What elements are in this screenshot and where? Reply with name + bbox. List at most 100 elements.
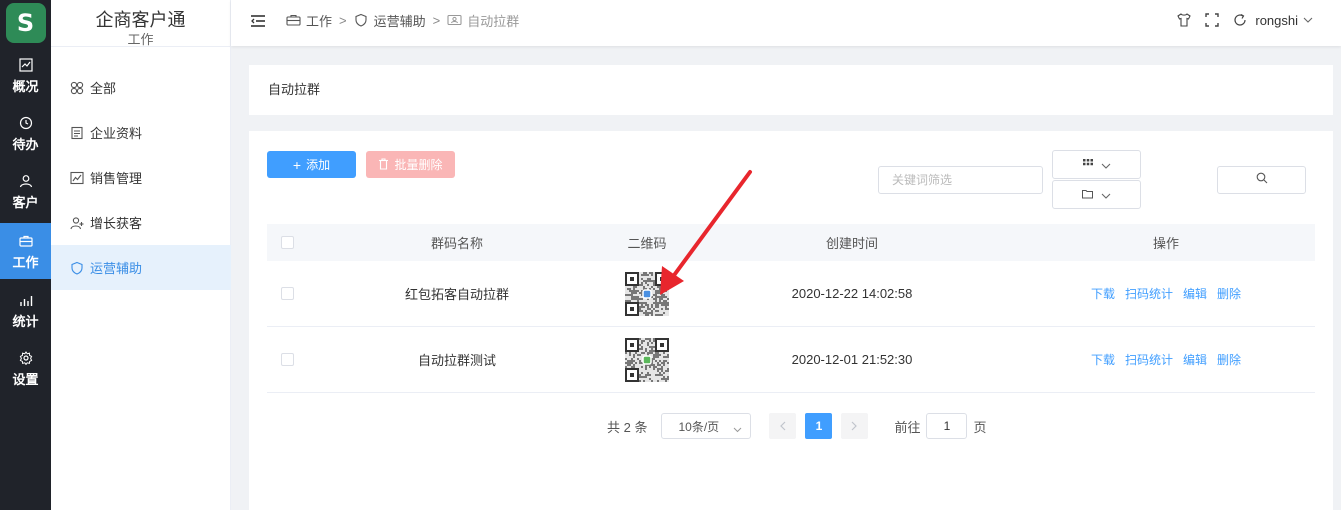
plus-icon: + (292, 156, 302, 173)
download-link[interactable]: 下载 (1091, 285, 1115, 302)
gear-icon (17, 349, 35, 367)
app-title: 企商客户通 (95, 10, 186, 30)
scan-stats-link[interactable]: 扫码统计 (1125, 351, 1173, 368)
page-number-current[interactable]: 1 (805, 413, 833, 439)
row-checkbox-cell (267, 261, 307, 326)
breadcrumb-separator: > (339, 12, 347, 28)
page-size-select[interactable]: 10条/页 (661, 413, 752, 439)
column-header-qr: 二维码 (627, 236, 667, 251)
sidebar-item-sales[interactable]: 销售管理 (51, 155, 231, 200)
refresh-icon[interactable] (1231, 11, 1249, 29)
qr-cell (607, 327, 687, 392)
chevron-down-icon (1101, 156, 1111, 174)
scan-stats-link[interactable]: 扫码统计 (1125, 285, 1173, 302)
breadcrumb-label: 自动拉群 (467, 13, 520, 29)
nav-item-settings[interactable]: 设置 (0, 340, 51, 396)
menu-collapse-icon[interactable] (249, 13, 269, 33)
sidebar-item-all[interactable]: 全部 (51, 65, 231, 110)
clock-icon (17, 114, 35, 132)
header-actions: rongshi (1165, 0, 1313, 40)
page-title: 自动拉群 (268, 82, 321, 97)
folder-select[interactable] (1052, 180, 1141, 209)
group-card-icon (447, 12, 463, 28)
shield-icon (69, 260, 85, 276)
add-button[interactable]: + 添加 (267, 151, 356, 178)
nav-label: 概况 (12, 78, 39, 94)
table-header: 群码名称 二维码 创建时间 操作 (267, 224, 1315, 261)
row-checkbox[interactable] (280, 287, 294, 300)
edit-link[interactable]: 编辑 (1183, 351, 1207, 368)
nav-item-overview[interactable]: 概况 (0, 47, 51, 103)
chevron-down-icon (1101, 186, 1111, 204)
document-icon (69, 125, 85, 141)
section-title: 工作 (127, 32, 154, 47)
refresh-shield-icon (354, 12, 370, 28)
logo-letter: S (16, 9, 35, 37)
breadcrumb-separator: > (432, 12, 441, 28)
qr-code-image[interactable] (625, 337, 669, 382)
app-root: S 概况 待办 客户 工作 统计 设置 企商客户通 工作 全部 企业资料 销售管… (0, 0, 1341, 510)
nav-item-todo[interactable]: 待办 (0, 105, 51, 161)
delete-link[interactable]: 删除 (1217, 285, 1241, 302)
column-header-actions: 操作 (1152, 236, 1179, 251)
qr-group-select[interactable] (1052, 150, 1141, 179)
delete-link[interactable]: 删除 (1217, 351, 1241, 368)
batch-delete-button[interactable]: 批量删除 (366, 151, 455, 178)
nav-item-customers[interactable]: 客户 (0, 163, 51, 219)
page-size-value: 10条/页 (678, 419, 720, 434)
grid-icon (69, 80, 85, 96)
nav-label: 统计 (12, 313, 39, 329)
qr-grid-icon (1082, 156, 1093, 174)
row-actions: 下载 扫码统计 编辑 删除 (1017, 261, 1315, 326)
group-name: 红包拓客自动拉群 (404, 287, 509, 302)
table-row: 自动拉群测试 2020-12-01 21:52:30 下载 扫码统计 编辑 删除 (267, 327, 1315, 393)
search-button[interactable] (1217, 166, 1306, 194)
sidebar-item-label: 增长获客 (90, 216, 143, 231)
chevron-down-icon (1303, 17, 1313, 23)
nav-label: 工作 (12, 254, 39, 270)
sidebar-item-ops-assist[interactable]: 运营辅助 (51, 245, 231, 290)
logo-mark: S (5, 3, 46, 43)
breadcrumb-item-work[interactable]: 工作 (286, 11, 332, 30)
next-page-button[interactable] (841, 413, 869, 439)
sidebar-item-growth[interactable]: 增长获客 (51, 200, 231, 245)
prev-page-button[interactable] (769, 413, 797, 439)
user-add-icon (69, 215, 85, 231)
page-unit-label: 页 (973, 419, 987, 435)
trash-icon (378, 157, 389, 172)
select-all-checkbox[interactable] (280, 236, 294, 249)
pagination: 共 2 条 10条/页 1 前往 页 (607, 413, 987, 439)
sub-sidebar: 企商客户通 工作 全部 企业资料 销售管理 增长获客 运营辅助 (51, 0, 231, 510)
fullscreen-icon[interactable] (1203, 11, 1221, 29)
nav-item-stats[interactable]: 统计 (0, 282, 51, 338)
header-checkbox-cell (267, 224, 307, 261)
theme-shirt-icon[interactable] (1175, 11, 1193, 29)
keyword-filter-input[interactable] (878, 166, 1043, 194)
nav-label: 待办 (12, 136, 39, 152)
page-title-card: 自动拉群 (249, 65, 1333, 115)
goto-page-input[interactable] (926, 413, 968, 439)
folder-icon (1082, 186, 1093, 204)
nav-item-work[interactable]: 工作 (0, 223, 51, 279)
group-name: 自动拉群测试 (417, 353, 496, 368)
briefcase-icon (286, 12, 302, 28)
sidebar-item-label: 全部 (90, 81, 117, 96)
total-count: 共 2 条 (607, 419, 648, 435)
created-time: 2020-12-22 14:02:58 (791, 286, 913, 301)
sidebar-item-label: 企业资料 (90, 126, 143, 141)
sales-chart-icon (69, 170, 85, 186)
edit-link[interactable]: 编辑 (1183, 285, 1207, 302)
table-row: 红包拓客自动拉群 2020-12-22 14:02:58 下载 扫码统计 编辑 … (267, 261, 1315, 327)
main-card: + 添加 批量删除 关键词筛选 群码名称 二维码 创建时间 操作 红包拓客自动拉… (249, 131, 1333, 510)
nav-label: 客户 (12, 194, 39, 210)
row-checkbox[interactable] (280, 353, 294, 366)
username: rongshi (1255, 12, 1298, 28)
goto-label: 前往 (894, 419, 921, 435)
sidebar-item-company-info[interactable]: 企业资料 (51, 110, 231, 155)
qr-code-image[interactable] (625, 271, 669, 316)
sidebar-item-label: 销售管理 (90, 171, 143, 186)
breadcrumb-item-auto-group: 自动拉群 (447, 11, 519, 30)
breadcrumb-item-ops-assist[interactable]: 运营辅助 (354, 11, 426, 30)
download-link[interactable]: 下载 (1091, 351, 1115, 368)
user-menu[interactable]: rongshi (1255, 13, 1313, 28)
